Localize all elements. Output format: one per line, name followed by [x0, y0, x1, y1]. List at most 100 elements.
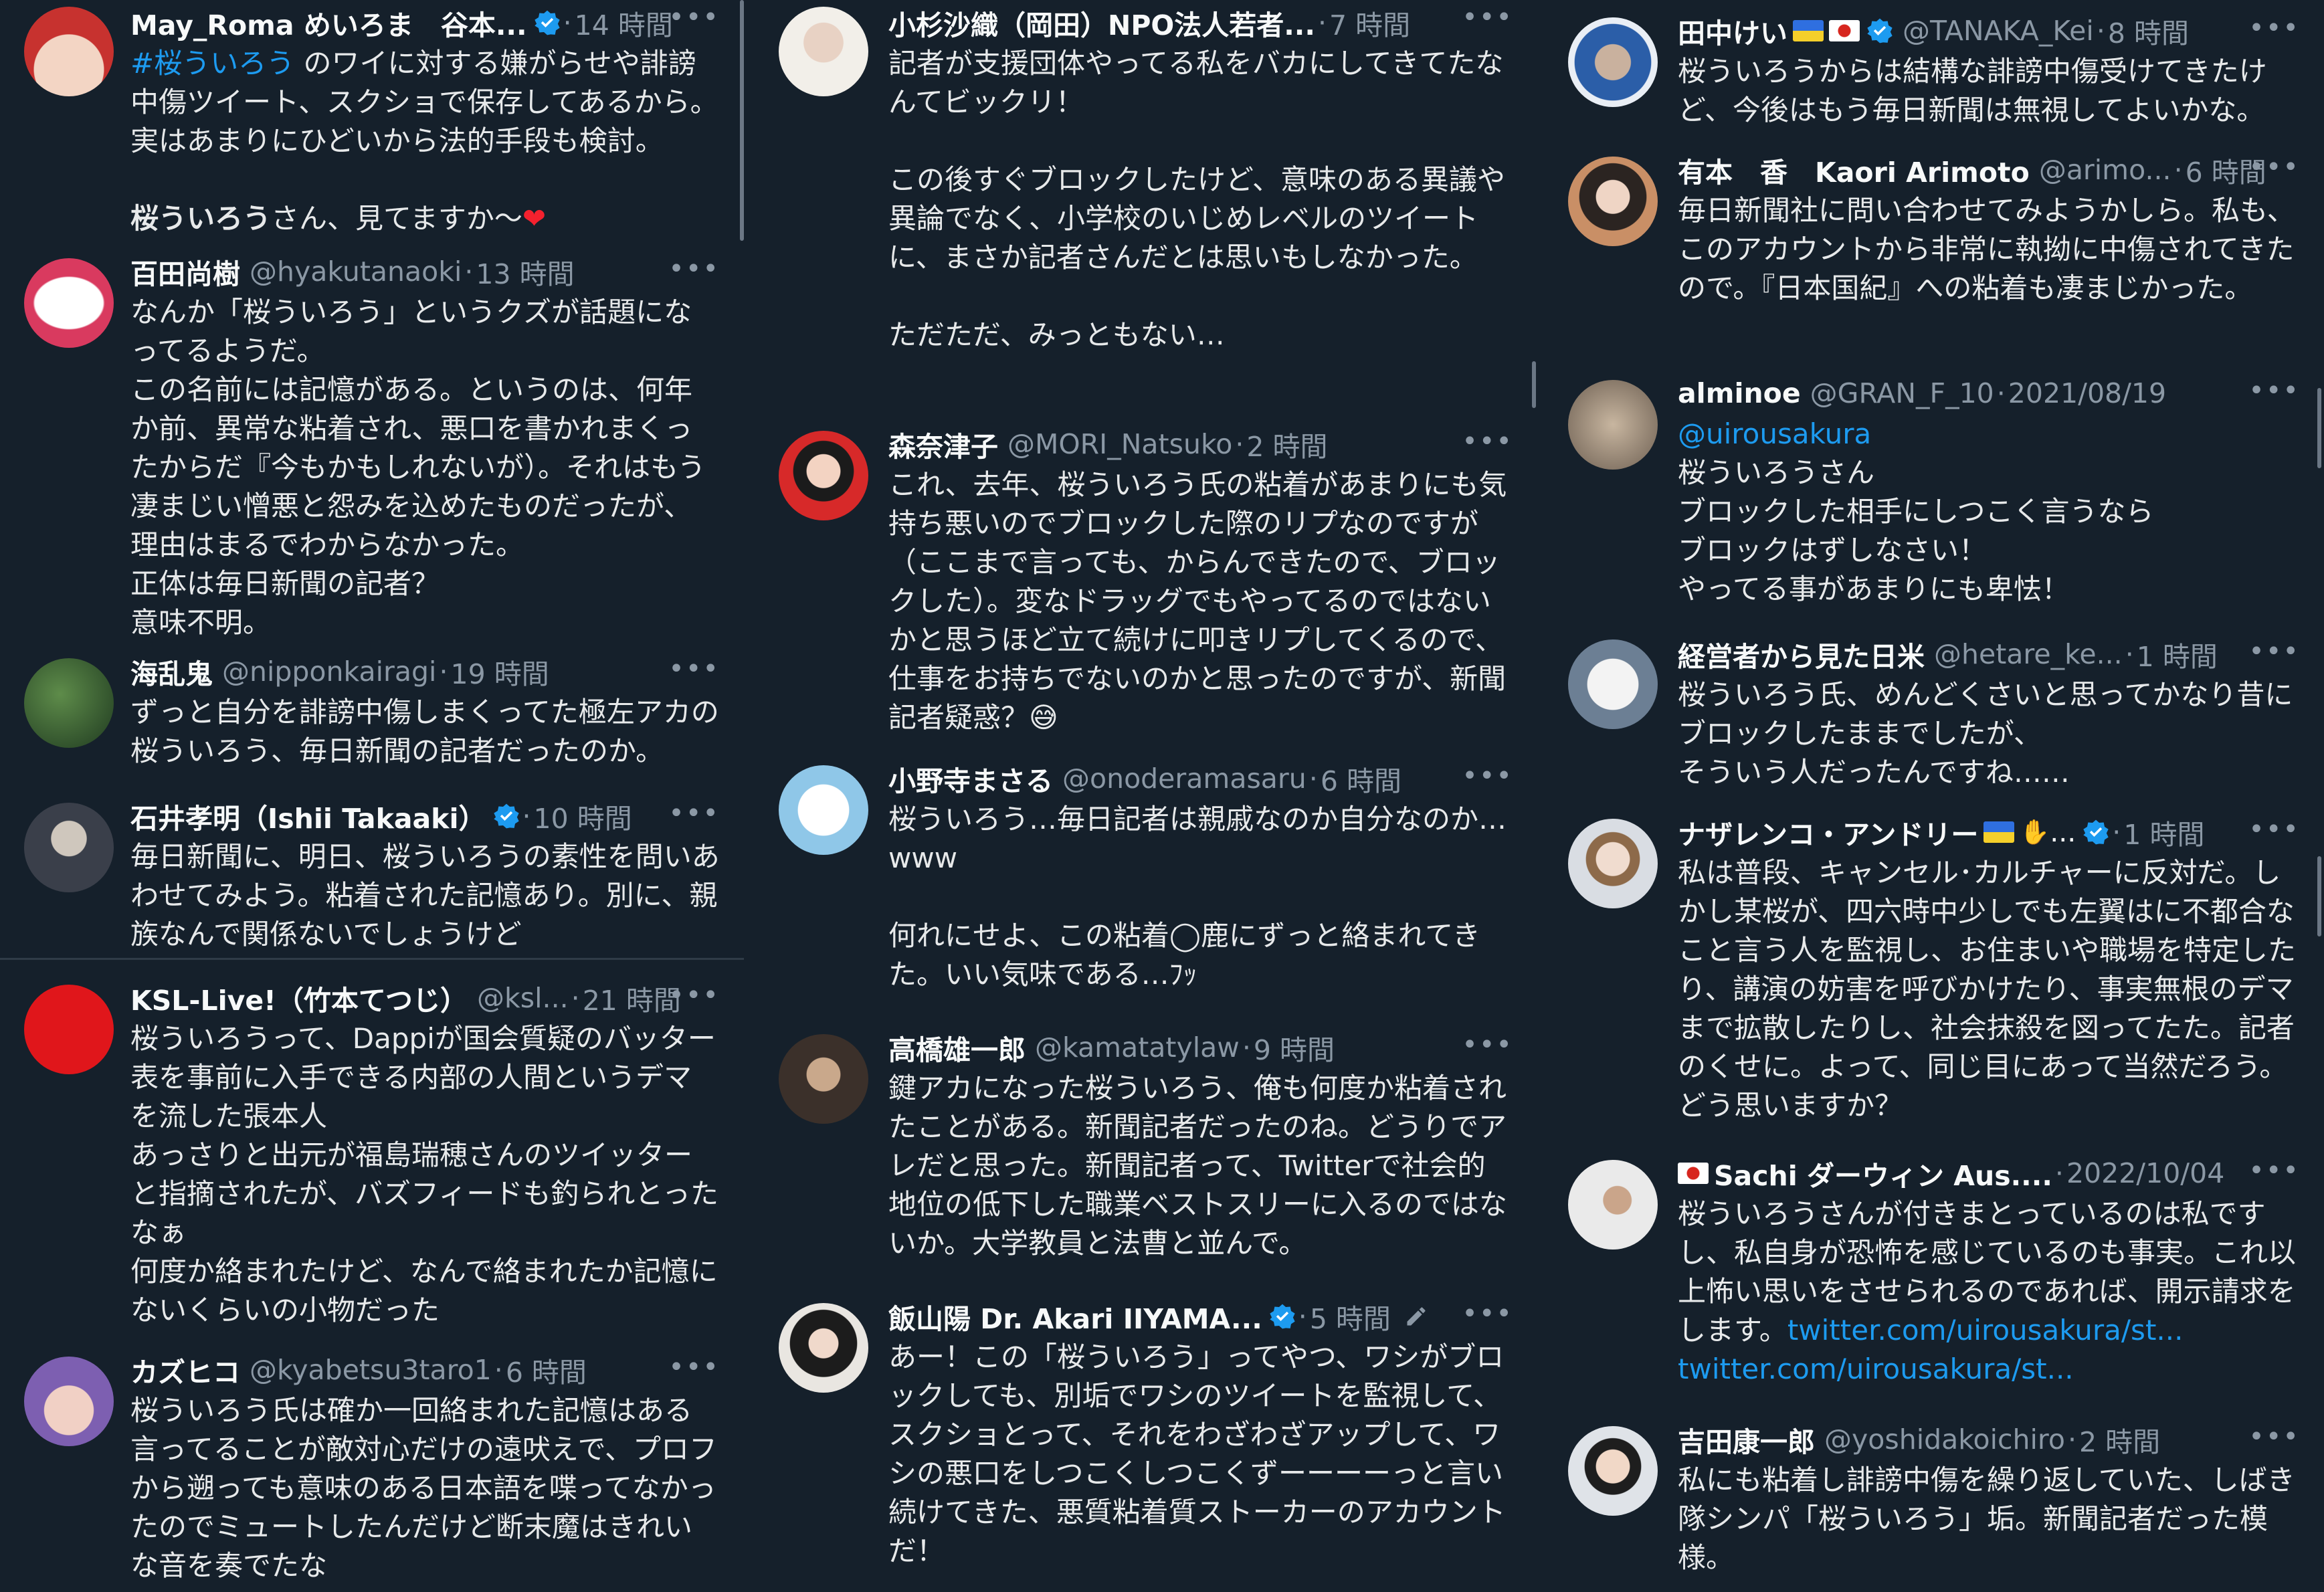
timeline-column-3: 田中けい @TANAKA_Kei · 8 時間 ••• 桜ういろうからは結構な誹…: [1537, 0, 2324, 1592]
hashtag-link[interactable]: #桜ういろう: [130, 47, 294, 80]
user-handle[interactable]: @ksl...: [477, 982, 569, 1014]
timestamp[interactable]: 2022/10/04: [2066, 1157, 2224, 1189]
timestamp[interactable]: 2 時間: [1246, 424, 1327, 464]
timestamp[interactable]: 19 時間: [450, 652, 549, 692]
display-name[interactable]: ナザレンコ・アンドリー: [1678, 812, 1978, 852]
timestamp[interactable]: 2 時間: [2079, 1419, 2160, 1460]
more-options-icon[interactable]: •••: [1462, 4, 1513, 31]
avatar[interactable]: [1568, 157, 1658, 246]
user-handle[interactable]: @hyakutanaoki: [250, 256, 462, 288]
avatar[interactable]: [24, 258, 114, 348]
avatar[interactable]: [24, 803, 114, 892]
more-options-icon[interactable]: •••: [2248, 1157, 2300, 1184]
tweet-text: 桜ういろう氏は確か一回絡まれた記憶はある 言ってることが敵対心だけの遠吠えで、プ…: [130, 1394, 717, 1582]
more-options-icon[interactable]: •••: [1462, 428, 1513, 455]
display-name[interactable]: 石井孝明（Ishii Takaaki）: [130, 796, 486, 836]
more-options-icon[interactable]: •••: [1462, 1031, 1513, 1058]
timestamp[interactable]: 14 時間: [575, 3, 673, 43]
more-options-icon[interactable]: •••: [668, 982, 720, 1009]
avatar[interactable]: [1568, 1160, 1658, 1250]
more-options-icon[interactable]: •••: [2248, 1423, 2300, 1450]
user-handle[interactable]: @MORI_Natsuko: [1007, 428, 1232, 460]
display-name[interactable]: alminoe: [1678, 377, 1801, 409]
timeline-column-1: May_Roma めいろま 谷本... · 14 時間 ••• #桜ういろう の…: [0, 0, 744, 1592]
display-name[interactable]: 百田尚樹: [130, 252, 240, 292]
display-name[interactable]: 海乱鬼: [130, 652, 213, 692]
user-handle[interactable]: @GRAN_F_10: [1810, 377, 1994, 409]
user-handle[interactable]: @TANAKA_Kei: [1903, 15, 2094, 47]
timestamp[interactable]: 10 時間: [534, 796, 632, 836]
avatar[interactable]: [24, 7, 114, 96]
timestamp[interactable]: 21 時間: [583, 978, 681, 1018]
display-name[interactable]: Sachi ダーウィン Aus....: [1714, 1153, 2052, 1193]
timestamp[interactable]: 1 時間: [2123, 812, 2204, 852]
display-name[interactable]: 小杉沙織（岡田）NPO法人若者...: [888, 3, 1315, 43]
avatar[interactable]: [1568, 380, 1658, 470]
tweet-header: 小野寺まさる @onoderamasaru · 6 時間: [888, 759, 1517, 799]
more-options-icon[interactable]: •••: [2248, 816, 2300, 843]
avatar[interactable]: [24, 658, 114, 748]
scrollbar-thumb[interactable]: [2317, 856, 2321, 936]
user-handle[interactable]: @arimo...: [2039, 154, 2171, 186]
avatar[interactable]: [779, 1034, 868, 1124]
timestamp[interactable]: 9 時間: [1254, 1027, 1335, 1068]
display-name[interactable]: 高橋雄一郎: [888, 1027, 1026, 1068]
more-options-icon[interactable]: •••: [668, 800, 720, 827]
display-name[interactable]: KSL-Live!（竹本てつじ）: [130, 978, 468, 1018]
heart-icon: ❤: [522, 202, 547, 235]
timestamp[interactable]: 6 時間: [506, 1350, 587, 1390]
avatar[interactable]: [1568, 1426, 1658, 1516]
more-options-icon[interactable]: •••: [2248, 154, 2300, 181]
scrollbar-thumb[interactable]: [2317, 388, 2321, 468]
user-handle[interactable]: @nipponkairagi: [222, 656, 436, 688]
more-options-icon[interactable]: •••: [668, 1354, 720, 1381]
separator-dot: ·: [571, 982, 580, 1014]
scrollbar-thumb[interactable]: [1532, 361, 1536, 408]
tweet-text: @uirousakura 桜ういろうさん ブロックした相手にしつこく言うなら ブ…: [1678, 415, 2300, 609]
more-options-icon[interactable]: •••: [1462, 763, 1513, 789]
more-options-icon[interactable]: •••: [1462, 1300, 1513, 1327]
avatar[interactable]: [779, 765, 868, 855]
display-name[interactable]: 森奈津子: [888, 424, 998, 464]
display-name[interactable]: 田中けい: [1678, 11, 1787, 51]
user-handle[interactable]: @kyabetsu3taro1: [250, 1354, 492, 1386]
display-name[interactable]: 小野寺まさる: [888, 759, 1053, 799]
avatar[interactable]: [1568, 639, 1658, 729]
display-name[interactable]: 吉田康一郎: [1678, 1419, 1815, 1460]
more-options-icon[interactable]: •••: [2248, 638, 2300, 665]
avatar[interactable]: [779, 1303, 868, 1393]
avatar[interactable]: [779, 7, 868, 96]
display-name[interactable]: 飯山陽 Dr. Akari IIYAMA...: [888, 1296, 1262, 1336]
timestamp[interactable]: 2021/08/19: [2008, 377, 2166, 409]
user-handle[interactable]: @kamatatylaw: [1035, 1031, 1240, 1064]
display-name[interactable]: 有本 香 Kaori Arimoto: [1678, 150, 2030, 190]
timestamp[interactable]: 6 時間: [1321, 759, 1401, 799]
display-name[interactable]: May_Roma めいろま 谷本...: [130, 3, 527, 43]
display-name[interactable]: 経営者から見た日米: [1678, 634, 1925, 674]
more-options-icon[interactable]: •••: [668, 256, 720, 282]
mention-link[interactable]: @uirousakura: [1678, 417, 1871, 450]
more-options-icon[interactable]: •••: [668, 4, 720, 31]
tweet-header: 飯山陽 Dr. Akari IIYAMA... · 5 時間: [888, 1296, 1517, 1336]
avatar[interactable]: [24, 1357, 114, 1446]
user-handle[interactable]: @onoderamasaru: [1062, 763, 1306, 795]
avatar[interactable]: [1568, 17, 1658, 107]
timestamp[interactable]: 13 時間: [476, 252, 574, 292]
separator-dot: ·: [1996, 377, 2006, 409]
timestamp[interactable]: 7 時間: [1329, 3, 1410, 43]
more-options-icon[interactable]: •••: [668, 656, 720, 682]
avatar[interactable]: [24, 985, 114, 1074]
timestamp[interactable]: 8 時間: [2108, 11, 2189, 51]
avatar[interactable]: [779, 431, 868, 520]
user-handle[interactable]: @hetare_ke...: [1934, 638, 2123, 670]
ukraine-flag-icon: [1793, 20, 1824, 41]
timestamp[interactable]: 5 時間: [1310, 1296, 1391, 1336]
user-handle[interactable]: @yoshidakoichiro: [1824, 1423, 2065, 1456]
more-options-icon[interactable]: •••: [2248, 377, 2300, 404]
avatar[interactable]: [1568, 819, 1658, 908]
tweet-header: May_Roma めいろま 谷本... · 14 時間: [130, 3, 724, 43]
tweet-header: 森奈津子 @MORI_Natsuko · 2 時間: [888, 424, 1517, 464]
display-name[interactable]: カズヒコ: [130, 1350, 240, 1390]
timestamp[interactable]: 1 時間: [2137, 634, 2218, 674]
more-options-icon[interactable]: •••: [2248, 15, 2300, 41]
